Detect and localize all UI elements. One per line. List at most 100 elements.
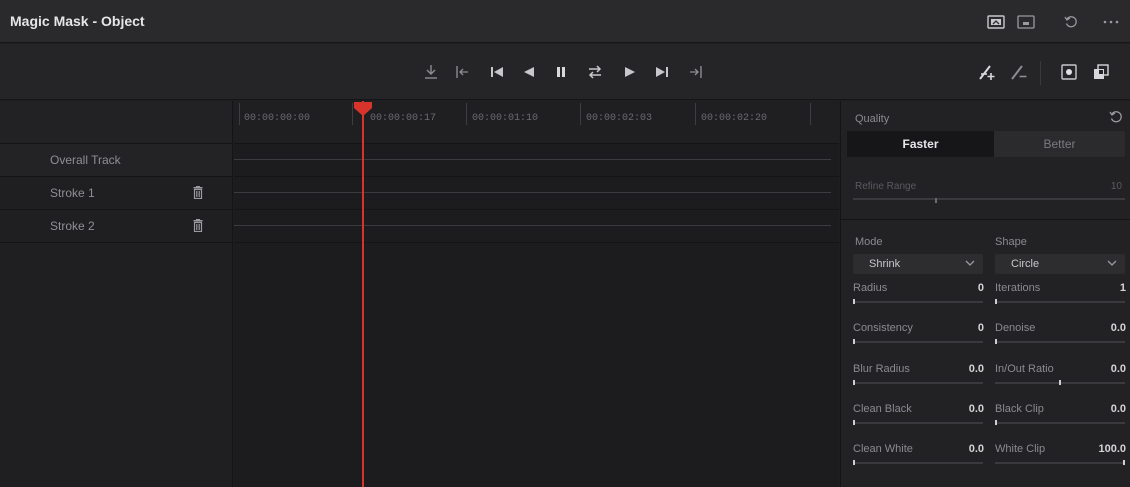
mode-label: Mode	[855, 236, 883, 248]
go-to-out-icon[interactable]	[686, 63, 706, 81]
track-row-stroke-2[interactable]: Stroke 2	[0, 210, 232, 243]
denoise-slider[interactable]	[995, 341, 1125, 343]
blur-radius-label: Blur Radius	[853, 363, 910, 375]
track-list-header	[0, 101, 232, 144]
mode-dropdown[interactable]: Shrink	[853, 254, 983, 274]
radius-value[interactable]: 0	[978, 282, 984, 294]
blur-radius-value[interactable]: 0.0	[969, 363, 984, 375]
clean-white-label: Clean White	[853, 443, 913, 455]
play-reverse-icon[interactable]	[519, 63, 539, 81]
white-clip-knob[interactable]	[1123, 460, 1125, 465]
track-in-icon[interactable]	[421, 63, 441, 81]
radius-slider[interactable]	[853, 301, 983, 303]
track-name: Stroke 2	[50, 219, 95, 233]
clean-black-value[interactable]: 0.0	[969, 403, 984, 415]
iterations-label: Iterations	[995, 282, 1041, 294]
go-to-in-icon[interactable]	[452, 63, 472, 81]
play-forward-icon[interactable]	[620, 63, 640, 81]
ruler-tick	[239, 103, 240, 125]
consistency-knob[interactable]	[853, 339, 855, 344]
quality-faster-button[interactable]: Faster	[847, 131, 994, 157]
clean-white-value[interactable]: 0.0	[969, 443, 984, 455]
timecode-label: 00:00:02:20	[701, 113, 768, 124]
consistency-label: Consistency	[853, 322, 913, 334]
black-clip-value[interactable]: 0.0	[1111, 403, 1126, 415]
reset-quality-icon[interactable]	[1109, 110, 1123, 127]
clean-white-slider[interactable]	[853, 462, 983, 464]
ruler-tick	[695, 103, 696, 125]
denoise-value[interactable]: 0.0	[1111, 322, 1126, 334]
consistency-slider[interactable]	[853, 341, 983, 343]
iterations-knob[interactable]	[995, 299, 997, 304]
white-clip-value[interactable]: 100.0	[1098, 443, 1126, 455]
trash-icon[interactable]	[193, 219, 203, 235]
section-divider	[841, 219, 1130, 220]
denoise-knob[interactable]	[995, 339, 997, 344]
timeline-lane-stroke-1[interactable]	[234, 177, 839, 210]
black-clip-knob[interactable]	[995, 420, 997, 425]
white-clip-label: White Clip	[995, 443, 1046, 455]
quality-better-button[interactable]: Better	[994, 131, 1125, 157]
timecode-label: 00:00:01:10	[472, 113, 539, 124]
track-name: Overall Track	[50, 153, 121, 167]
clean-black-knob[interactable]	[853, 420, 855, 425]
toolbar-separator	[1040, 61, 1041, 85]
viewer-icon[interactable]	[985, 12, 1007, 32]
timecode-label: 00:00:00:17	[370, 113, 437, 124]
black-clip-slider[interactable]	[995, 422, 1125, 424]
ruler-tick	[466, 103, 467, 125]
refine-range-label: Refine Range	[855, 181, 917, 192]
add-stroke-icon[interactable]	[977, 63, 997, 81]
clean-white-knob[interactable]	[853, 460, 855, 465]
track-row-stroke-1[interactable]: Stroke 1	[0, 177, 232, 210]
blur-radius-slider[interactable]	[853, 382, 983, 384]
chevron-down-icon	[965, 260, 975, 266]
playhead[interactable]	[362, 101, 364, 487]
quality-label: Quality	[855, 113, 890, 125]
chevron-down-icon	[1107, 260, 1117, 266]
track-row-overall[interactable]: Overall Track	[0, 144, 232, 177]
in-out-ratio-label: In/Out Ratio	[995, 363, 1054, 375]
timecode-ruler[interactable]: 00:00:00:00 00:00:00:17 00:00:01:10 00:0…	[234, 101, 839, 144]
radius-knob[interactable]	[853, 299, 855, 304]
skip-to-start-icon[interactable]	[487, 63, 507, 81]
loop-icon[interactable]	[585, 63, 605, 81]
quality-segmented-control: Faster Better	[847, 131, 1125, 157]
track-name: Stroke 1	[50, 186, 95, 200]
clean-black-label: Clean Black	[853, 403, 912, 415]
timeline[interactable]: 00:00:00:00 00:00:00:17 00:00:01:10 00:0…	[234, 101, 839, 487]
white-clip-slider[interactable]	[995, 462, 1125, 464]
ruler-tick	[580, 103, 581, 125]
pause-icon[interactable]	[551, 63, 571, 81]
iterations-value[interactable]: 1	[1120, 282, 1126, 294]
refine-range-knob[interactable]	[935, 198, 937, 203]
show-mask-icon[interactable]	[1059, 63, 1079, 81]
playhead-handle[interactable]	[354, 102, 372, 116]
reset-icon[interactable]	[1060, 12, 1082, 32]
clip-icon[interactable]	[1015, 12, 1037, 32]
clean-black-slider[interactable]	[853, 422, 983, 424]
denoise-label: Denoise	[995, 322, 1036, 334]
timecode-label: 00:00:02:03	[586, 113, 653, 124]
refine-range-value: 10	[1110, 181, 1122, 192]
consistency-value[interactable]: 0	[978, 322, 984, 334]
overlay-icon[interactable]	[1091, 63, 1111, 81]
in-out-ratio-knob[interactable]	[1059, 380, 1061, 385]
timeline-lane-stroke-2[interactable]	[234, 210, 839, 243]
more-icon[interactable]	[1100, 12, 1122, 32]
mode-value: Shrink	[869, 258, 901, 270]
in-out-ratio-value[interactable]: 0.0	[1111, 363, 1126, 375]
refine-range-slider[interactable]	[853, 198, 1125, 200]
timeline-lane-overall[interactable]	[234, 144, 839, 177]
window-title: Magic Mask - Object	[10, 13, 145, 29]
blur-radius-knob[interactable]	[853, 380, 855, 385]
skip-to-end-icon[interactable]	[652, 63, 672, 81]
iterations-slider[interactable]	[995, 301, 1125, 303]
trash-icon[interactable]	[193, 186, 203, 202]
magic-mask-window: Magic Mask - Object Overall Track Stroke…	[0, 0, 1130, 487]
timecode-label: 00:00:00:00	[244, 113, 311, 124]
shape-dropdown[interactable]: Circle	[995, 254, 1125, 274]
ruler-tick	[810, 103, 811, 125]
subtract-stroke-icon[interactable]	[1009, 63, 1029, 81]
inspector-panel: Quality Faster Better Refine Range 10 Mo…	[840, 101, 1130, 487]
